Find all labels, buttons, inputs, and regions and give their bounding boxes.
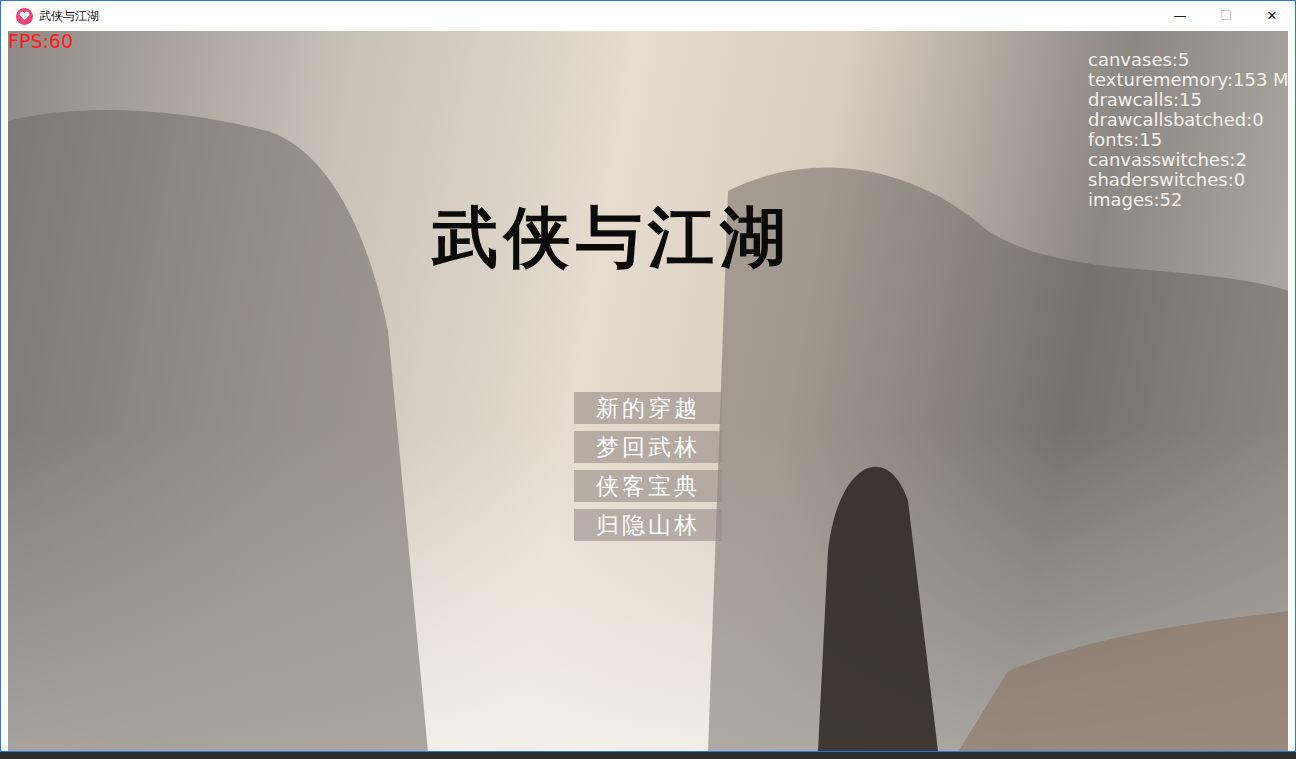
window-title: 武侠与江湖 [39, 7, 99, 25]
fps-counter: FPS:60 [8, 31, 73, 51]
stat-line: texturememory:153 MB [1088, 70, 1288, 90]
menu-button[interactable]: 新的穿越 [574, 392, 722, 424]
minimize-button[interactable]: — [1157, 1, 1203, 31]
stat-line: drawcallsbatched:0 [1088, 110, 1288, 130]
app-icon [16, 8, 33, 25]
menu-button[interactable]: 侠客宝典 [574, 470, 722, 502]
stat-line: shaderswitches:0 [1088, 170, 1288, 190]
stat-line: fonts:15 [1088, 130, 1288, 150]
menu-button[interactable]: 归隐山林 [574, 509, 722, 541]
main-menu: 新的穿越梦回武林侠客宝典归隐山林 [574, 392, 722, 541]
stat-line: canvasswitches:2 [1088, 150, 1288, 170]
game-canvas: FPS:60 canvases:5texturememory:153 MBdra… [8, 31, 1288, 751]
game-title: 武侠与江湖 [432, 197, 792, 277]
maximize-button: ☐ [1203, 1, 1249, 31]
stat-line: images:52 [1088, 190, 1288, 210]
app-window: 武侠与江湖 —☐✕ FPS:60 canvases:5texturememory… [0, 0, 1296, 752]
title-bar: 武侠与江湖 —☐✕ [1, 1, 1295, 31]
debug-stats: canvases:5texturememory:153 MBdrawcalls:… [1088, 50, 1288, 210]
stat-line: canvases:5 [1088, 50, 1288, 70]
stat-line: drawcalls:15 [1088, 90, 1288, 110]
menu-button[interactable]: 梦回武林 [574, 431, 722, 463]
close-button[interactable]: ✕ [1249, 1, 1295, 31]
